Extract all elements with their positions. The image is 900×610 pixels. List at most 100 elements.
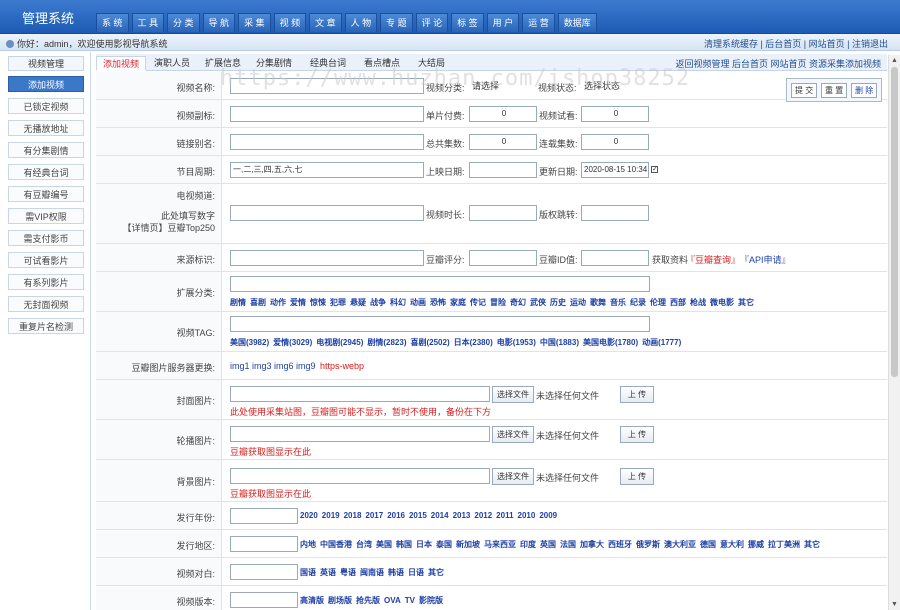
scroll-thumb[interactable] <box>891 67 898 377</box>
tab-item[interactable]: 演职人员 <box>148 56 196 71</box>
tag-link[interactable]: 惊悚 <box>310 298 326 307</box>
tag-link[interactable]: 挪威 <box>748 540 764 549</box>
tag-link[interactable]: 2015 <box>409 511 427 520</box>
tag-link[interactable]: 爱情(3029) <box>273 338 312 347</box>
tag-link[interactable]: 2009 <box>539 511 557 520</box>
tag-link[interactable]: 纪录 <box>630 298 646 307</box>
cover-upload-button[interactable]: 上 传 <box>620 386 654 403</box>
bg-choose-button[interactable]: 选择文件 <box>492 468 534 485</box>
tag-link[interactable]: 2018 <box>344 511 362 520</box>
tab-item[interactable]: 分集剧情 <box>250 56 298 71</box>
top-nav-item[interactable]: 工 具 <box>131 13 165 32</box>
tag-link[interactable]: 动画 <box>410 298 426 307</box>
delete-button[interactable]: 删 除 <box>851 83 878 98</box>
tag-link[interactable]: TV <box>405 596 415 605</box>
scrollbar[interactable]: ▲ ▼ <box>888 55 900 610</box>
tag-link[interactable]: 高清版 <box>300 596 324 605</box>
tag-link[interactable]: 冒险 <box>490 298 506 307</box>
tag-link[interactable]: 喜剧 <box>250 298 266 307</box>
tab-item[interactable]: 经典台词 <box>304 56 352 71</box>
tag-link[interactable]: 中国香港 <box>320 540 352 549</box>
serial-input[interactable]: 0 <box>581 134 649 150</box>
tag-link[interactable]: 日本(2380) <box>454 338 493 347</box>
tag-link[interactable]: 2014 <box>431 511 449 520</box>
sidebar-item[interactable]: 需支付影币 <box>8 230 84 246</box>
jump-input[interactable] <box>581 205 649 221</box>
tag-link[interactable]: 西部 <box>670 298 686 307</box>
tv-input[interactable] <box>230 205 424 221</box>
tag-link[interactable]: 运动 <box>570 298 586 307</box>
tag-link[interactable]: 2013 <box>453 511 471 520</box>
tag-link[interactable]: 音乐 <box>610 298 626 307</box>
tag-link[interactable]: 粤语 <box>340 568 356 577</box>
tag-link[interactable]: 喜剧(2502) <box>411 338 450 347</box>
top-nav-item[interactable]: 评 论 <box>415 13 449 32</box>
tag-link[interactable]: 澳大利亚 <box>664 540 696 549</box>
sidebar-item[interactable]: 有豆瓣编号 <box>8 186 84 202</box>
alias-input[interactable] <box>230 134 424 150</box>
carousel-input[interactable] <box>230 426 490 442</box>
tag-link[interactable]: 2020 <box>300 511 318 520</box>
scroll-down-icon[interactable]: ▼ <box>891 601 898 608</box>
sidebar-item[interactable]: 无播放地址 <box>8 120 84 136</box>
source-input[interactable] <box>230 250 424 266</box>
tag-link[interactable]: 枪战 <box>690 298 706 307</box>
tag-input[interactable] <box>230 316 650 332</box>
tag-link[interactable]: 马来西亚 <box>484 540 516 549</box>
tag-link[interactable]: 传记 <box>470 298 486 307</box>
top-nav-item[interactable]: 文 章 <box>309 13 342 32</box>
sidebar-item[interactable]: 已锁定视频 <box>8 98 84 114</box>
top-links[interactable]: 清理系统缓存 | 后台首页 | 网站首页 | 注销退出 <box>704 37 888 50</box>
tag-link[interactable]: 美国电影(1780) <box>583 338 638 347</box>
tag-link[interactable]: 奇幻 <box>510 298 526 307</box>
tag-link[interactable]: 德国 <box>700 540 716 549</box>
tag-link[interactable]: 日语 <box>408 568 424 577</box>
tag-link[interactable]: 动画(1777) <box>642 338 681 347</box>
tag-link[interactable]: 韩国 <box>396 540 412 549</box>
tag-link[interactable]: 家庭 <box>450 298 466 307</box>
update-checkbox[interactable]: ✓ <box>651 166 658 173</box>
tag-link[interactable]: 动作 <box>270 298 286 307</box>
tag-link[interactable]: 悬疑 <box>350 298 366 307</box>
douban-score-input[interactable] <box>469 250 537 266</box>
tab-links[interactable]: 返回视频管理 后台首页 网站首页 资源采集添加视频 <box>675 57 881 70</box>
sidebar-item[interactable]: 可试看影片 <box>8 252 84 268</box>
tag-link[interactable]: 印度 <box>520 540 536 549</box>
top-nav-item[interactable]: 运 营 <box>522 13 555 32</box>
subtitle-input[interactable] <box>230 106 424 122</box>
trial-input[interactable]: 0 <box>581 106 649 122</box>
tag-link[interactable]: 拉丁美洲 <box>768 540 800 549</box>
tag-link[interactable]: 恐怖 <box>430 298 446 307</box>
period-input[interactable]: 一,二,三,四,五,六,七 <box>230 162 424 178</box>
bg-input[interactable] <box>230 468 490 484</box>
tag-link[interactable]: 微电影 <box>710 298 734 307</box>
tag-link[interactable]: 2019 <box>322 511 340 520</box>
sidebar-item[interactable]: 无封面视频 <box>8 296 84 312</box>
tag-link[interactable]: 其它 <box>804 540 820 549</box>
tag-link[interactable]: 中国(1883) <box>540 338 579 347</box>
top-nav-item[interactable]: 系 统 <box>96 13 129 32</box>
scroll-up-icon[interactable]: ▲ <box>891 57 898 64</box>
fetch-link[interactable]: 获取资料 <box>652 253 688 266</box>
tag-link[interactable]: 歌舞 <box>590 298 606 307</box>
tag-link[interactable]: 泰国 <box>436 540 452 549</box>
tag-link[interactable]: 电影(1953) <box>497 338 536 347</box>
cover-choose-button[interactable]: 选择文件 <box>492 386 534 403</box>
ext-input[interactable] <box>230 276 650 292</box>
update-input[interactable]: 2020-08-15 10:34 <box>581 162 649 178</box>
tab-item[interactable]: 扩展信息 <box>199 56 247 71</box>
sidebar-item[interactable]: 添加视频 <box>8 76 84 92</box>
tag-link[interactable]: 伦理 <box>650 298 666 307</box>
tag-link[interactable]: 法国 <box>560 540 576 549</box>
reset-button[interactable]: 重 置 <box>821 83 848 98</box>
sidebar-item[interactable]: 重复片名检测 <box>8 318 84 334</box>
tag-link[interactable]: 俄罗斯 <box>636 540 660 549</box>
tag-link[interactable]: 英国 <box>540 540 556 549</box>
lang-input[interactable] <box>230 564 298 580</box>
tag-link[interactable]: 西班牙 <box>608 540 632 549</box>
tag-link[interactable]: 电视剧(2945) <box>316 338 363 347</box>
sidebar-item[interactable]: 有分集剧情 <box>8 142 84 158</box>
tag-link[interactable]: 爱情 <box>290 298 306 307</box>
sidebar-item[interactable]: 需VIP权限 <box>8 208 84 224</box>
tag-link[interactable]: 内地 <box>300 540 316 549</box>
